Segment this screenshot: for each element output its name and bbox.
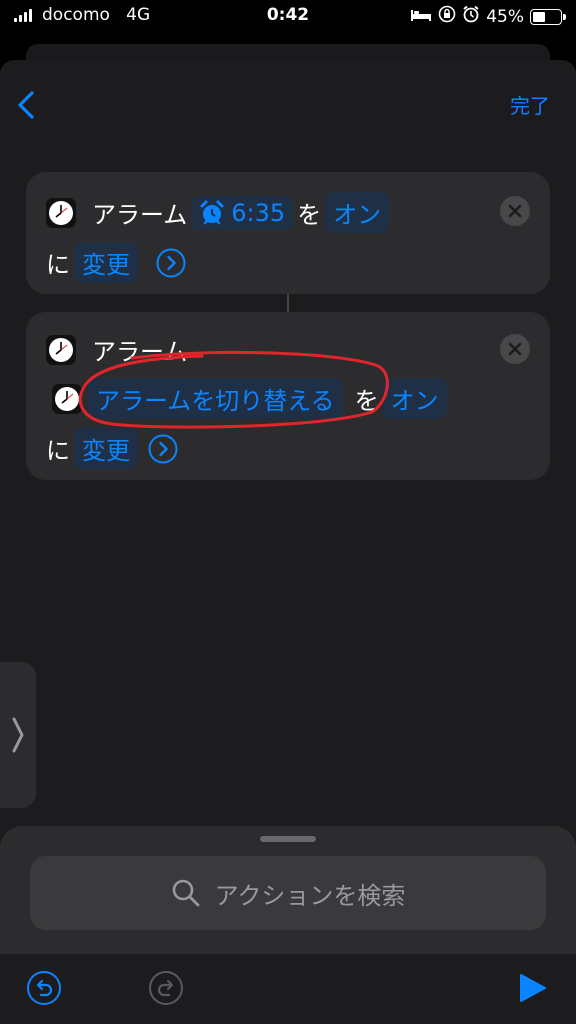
change-token[interactable]: 変更 xyxy=(74,428,138,469)
bed-icon xyxy=(410,7,432,27)
alarm-time-token[interactable]: 6:35 xyxy=(191,195,294,230)
clock-app-icon xyxy=(46,334,76,365)
search-placeholder: アクションを検索 xyxy=(214,881,406,910)
status-bar: docomo 4G 0:42 45% xyxy=(0,0,576,34)
state-token[interactable]: オン xyxy=(382,378,447,419)
remove-action-button[interactable] xyxy=(500,334,530,364)
search-icon xyxy=(172,879,199,907)
redo-button[interactable] xyxy=(148,970,184,1006)
redo-icon xyxy=(149,971,183,1005)
remove-action-button[interactable] xyxy=(500,196,530,226)
chevron-right-icon xyxy=(12,717,24,753)
alarm-status-icon xyxy=(462,5,480,28)
back-button[interactable] xyxy=(14,90,38,120)
clock-app-icon xyxy=(52,383,82,414)
battery-icon xyxy=(530,8,566,25)
change-token[interactable]: 変更 xyxy=(74,242,138,283)
particle-wo: を xyxy=(354,387,379,415)
close-icon xyxy=(508,342,522,356)
chevron-left-icon xyxy=(18,91,34,119)
particle-ni: に xyxy=(46,437,70,465)
action-card-set-alarm-time[interactable]: アラーム 6:35 を オン に 変更 xyxy=(26,172,550,294)
sidebar-toggle[interactable] xyxy=(0,662,36,808)
close-icon xyxy=(508,204,522,218)
bottom-toolbar xyxy=(0,954,576,1024)
undo-button[interactable] xyxy=(26,970,62,1006)
battery-percent: 45% xyxy=(486,6,524,27)
action-connector xyxy=(287,294,289,312)
action-title: アラーム xyxy=(92,201,188,229)
clock-app-icon xyxy=(46,197,76,228)
run-button[interactable] xyxy=(514,970,550,1006)
expand-chevron-icon[interactable] xyxy=(156,248,186,278)
alarm-time-value: 6:35 xyxy=(231,198,286,227)
state-token[interactable]: オン xyxy=(325,192,390,233)
drag-handle[interactable] xyxy=(260,836,316,842)
action-search-panel: アクションを検索 xyxy=(0,826,576,1024)
particle-ni: に xyxy=(46,251,70,279)
action-title: アラーム xyxy=(92,338,188,366)
undo-icon xyxy=(27,971,61,1005)
done-button[interactable]: 完了 xyxy=(510,90,550,119)
alarm-parameter-token[interactable]: アラームを切り替える xyxy=(88,378,343,419)
alarm-clock-icon xyxy=(200,200,224,224)
play-icon xyxy=(520,974,546,1002)
particle-wo: を xyxy=(297,201,322,229)
search-input[interactable]: アクションを検索 xyxy=(30,856,546,930)
action-card-toggle-alarm[interactable]: アラーム アラームを切り替える を オン に 変更 xyxy=(26,312,550,480)
orientation-lock-icon xyxy=(438,5,456,28)
expand-chevron-icon[interactable] xyxy=(148,434,178,464)
